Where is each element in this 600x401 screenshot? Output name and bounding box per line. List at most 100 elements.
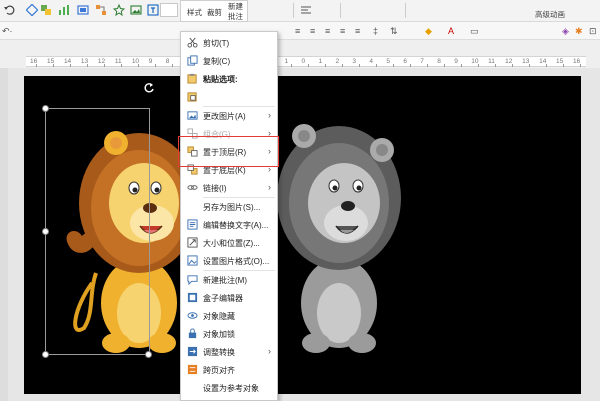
horizontal-ruler: 1615141312111098765432101234567891011121… xyxy=(26,56,586,67)
star-icon[interactable] xyxy=(113,4,125,16)
menu-item[interactable]: 链接(I) › xyxy=(181,179,277,197)
ribbon-separator xyxy=(405,3,406,18)
menu-item-label: 复制(C) xyxy=(203,57,231,66)
comment-icon xyxy=(187,274,198,286)
menu-item[interactable]: 更改图片(A) › xyxy=(181,107,277,125)
ruler-tick xyxy=(579,64,581,67)
menu-item-label: 粘贴选项: xyxy=(203,75,238,84)
ruler-number: 9 xyxy=(148,58,153,65)
menu-item[interactable]: 粘贴选项: xyxy=(181,70,277,88)
ruler-tick xyxy=(324,64,326,67)
picture-icon[interactable] xyxy=(130,4,142,16)
ruler-number: 8 xyxy=(165,58,170,65)
format-toolbar: ↶· ≡ ≡ ≡ ≡ ≡ ‡ ⇅ ◆ A ▭ ◈ ✱ ⊡ xyxy=(0,22,600,40)
style-button[interactable]: 样式 xyxy=(187,7,202,18)
convert-icon xyxy=(187,346,198,357)
crop-button[interactable]: 裁剪 xyxy=(207,7,222,18)
ruler-number: 8 xyxy=(437,58,441,65)
rotate-handle-icon[interactable] xyxy=(143,82,155,94)
text-direction-icon[interactable]: ⇅ xyxy=(390,25,398,37)
font-name-box[interactable] xyxy=(160,3,178,17)
line-spacing-icon[interactable]: ‡ xyxy=(373,25,378,37)
smartart-icon[interactable] xyxy=(77,4,89,16)
ruler-tick xyxy=(477,64,479,67)
resize-handle-tl[interactable] xyxy=(42,105,49,112)
ruler-tick xyxy=(138,64,140,67)
ruler-tick xyxy=(70,64,72,67)
shape-diamond-icon[interactable] xyxy=(26,4,38,16)
tab-advanced-animation[interactable]: 高级动画 xyxy=(535,9,565,20)
distribute-icon[interactable]: ≡ xyxy=(355,25,360,37)
undo-icon[interactable] xyxy=(3,4,15,16)
ruler-number: 2 xyxy=(335,58,340,65)
shape-outline-icon[interactable]: ▭ xyxy=(470,25,479,37)
effects-icon[interactable]: ◈ xyxy=(562,25,569,37)
menu-item[interactable]: 对象隐藏 xyxy=(181,307,277,325)
new-comment-comment-label[interactable]: 批注 xyxy=(228,11,243,22)
resize-handle-bl[interactable] xyxy=(42,351,49,358)
ruler-tick xyxy=(341,64,343,67)
menu-item-label: 另存为图片(S)... xyxy=(203,203,261,212)
ruler-tick xyxy=(172,64,174,67)
menu-item[interactable]: 设置为参考对象 xyxy=(181,379,277,397)
chart-icon[interactable] xyxy=(58,4,70,16)
menu-item-label: 剪切(T) xyxy=(203,39,230,48)
ruler-tick xyxy=(426,64,428,67)
fill-color-icon[interactable]: ◆ xyxy=(425,25,432,37)
ruler-tick xyxy=(308,64,309,67)
link-icon xyxy=(187,182,198,193)
menu-item[interactable]: 另存为图片(S)... xyxy=(181,198,277,216)
ruler-number: 0 xyxy=(301,58,306,65)
ruler-tick xyxy=(443,64,445,67)
paste-picture-icon xyxy=(187,91,198,102)
menu-item[interactable]: 调整转换 › xyxy=(181,343,277,361)
lion-gray-picture[interactable] xyxy=(264,108,414,358)
chevron-right-icon: › xyxy=(268,346,271,356)
textbox-icon[interactable] xyxy=(147,4,159,16)
menu-item-label: 链接(I) xyxy=(203,184,227,193)
settings-icon[interactable]: ✱ xyxy=(575,25,583,37)
font-color-icon[interactable]: A xyxy=(448,25,454,37)
change-picture-icon xyxy=(187,110,198,121)
menu-item[interactable]: 大小和位置(Z)... xyxy=(181,234,277,252)
expand-icon[interactable]: ⊡ xyxy=(589,25,597,37)
align-left-icon[interactable] xyxy=(300,4,312,16)
menu-item[interactable]: 设置图片格式(O)... xyxy=(181,252,277,270)
menu-item[interactable]: 对象加锁 xyxy=(181,325,277,343)
slide-canvas xyxy=(0,68,600,401)
resize-handle-ml[interactable] xyxy=(42,228,49,235)
copy-icon xyxy=(187,55,198,66)
menu-item[interactable]: 盒子编辑器 xyxy=(181,289,277,307)
ruler-tick xyxy=(36,64,38,67)
ruler-area: 1615141312111098765432101234567891011121… xyxy=(0,40,600,68)
ruler-number: 6 xyxy=(403,58,407,65)
resize-handle-bm[interactable] xyxy=(145,351,152,358)
menu-item[interactable]: 复制(C) xyxy=(181,52,277,70)
ruler-tick xyxy=(53,64,55,67)
scissors-icon xyxy=(187,37,198,48)
ruler-tick xyxy=(545,64,547,67)
menu-item[interactable] xyxy=(181,88,277,106)
ruler-tick xyxy=(528,64,530,67)
menu-item[interactable]: 编辑替换文字(A)... xyxy=(181,216,277,234)
ruler-tick xyxy=(392,64,394,67)
menu-item[interactable]: 跨页对齐 xyxy=(181,361,277,379)
align-center-icon[interactable]: ≡ xyxy=(310,25,315,37)
redo-icon[interactable]: ↶· xyxy=(2,25,13,37)
format-picture-icon xyxy=(187,255,198,266)
ruler-number: 7 xyxy=(420,58,424,65)
context-menu: 剪切(T) 复制(C) 粘贴选项: 更改图片(A) › 组合(G) › 置于顶层(R) › 置于底… xyxy=(180,31,278,401)
ruler-tick xyxy=(494,64,496,67)
menu-item-label: 盒子编辑器 xyxy=(203,294,243,303)
shape-group-icon[interactable] xyxy=(40,4,52,16)
menu-item[interactable]: 新建批注(M) xyxy=(181,271,277,289)
justify-icon[interactable]: ≡ xyxy=(340,25,345,37)
alt-text-icon xyxy=(187,219,198,230)
indent-icon[interactable]: ≡ xyxy=(295,25,300,37)
ruler-tick xyxy=(375,64,377,67)
ribbon-separator xyxy=(293,3,294,18)
menu-item-label: 更改图片(A) xyxy=(203,112,246,121)
align-right-icon[interactable]: ≡ xyxy=(325,25,330,37)
flowchart-icon[interactable] xyxy=(95,4,107,16)
menu-item[interactable]: 剪切(T) xyxy=(181,34,277,52)
